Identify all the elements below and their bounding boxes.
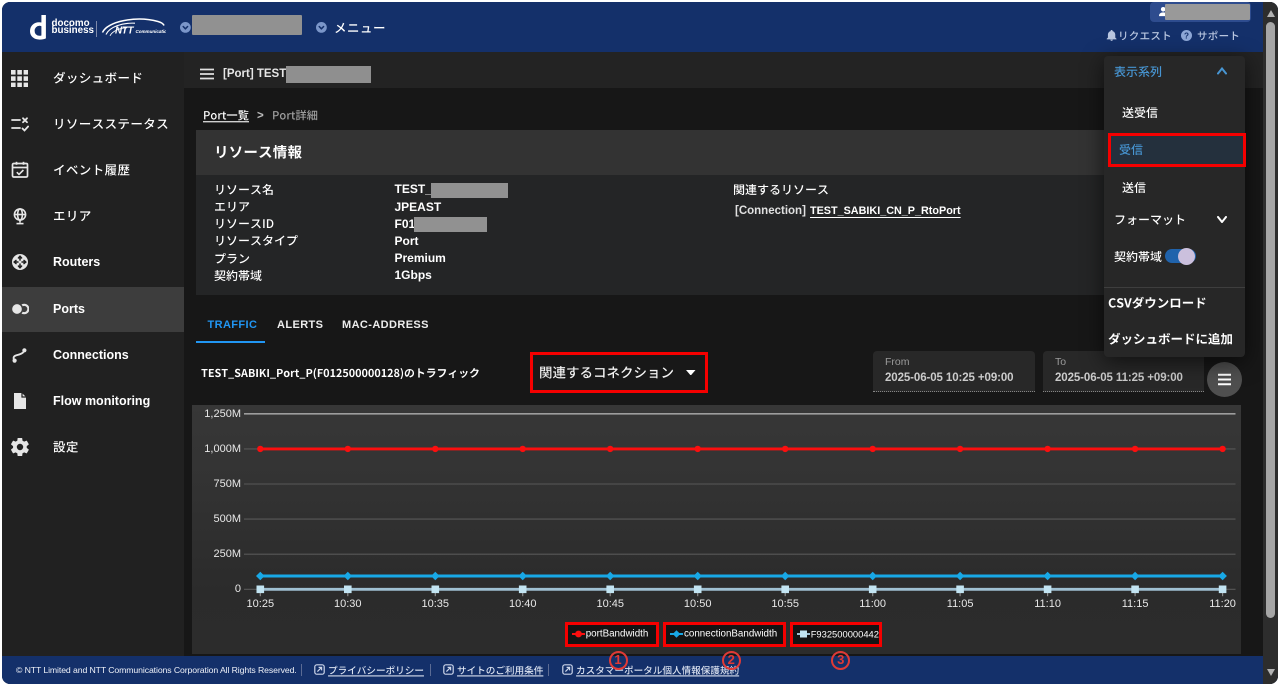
svg-text:?: ? — [1183, 32, 1188, 41]
svg-text:Communications: Communications — [136, 29, 167, 34]
svg-text:NTT: NTT — [115, 26, 134, 37]
